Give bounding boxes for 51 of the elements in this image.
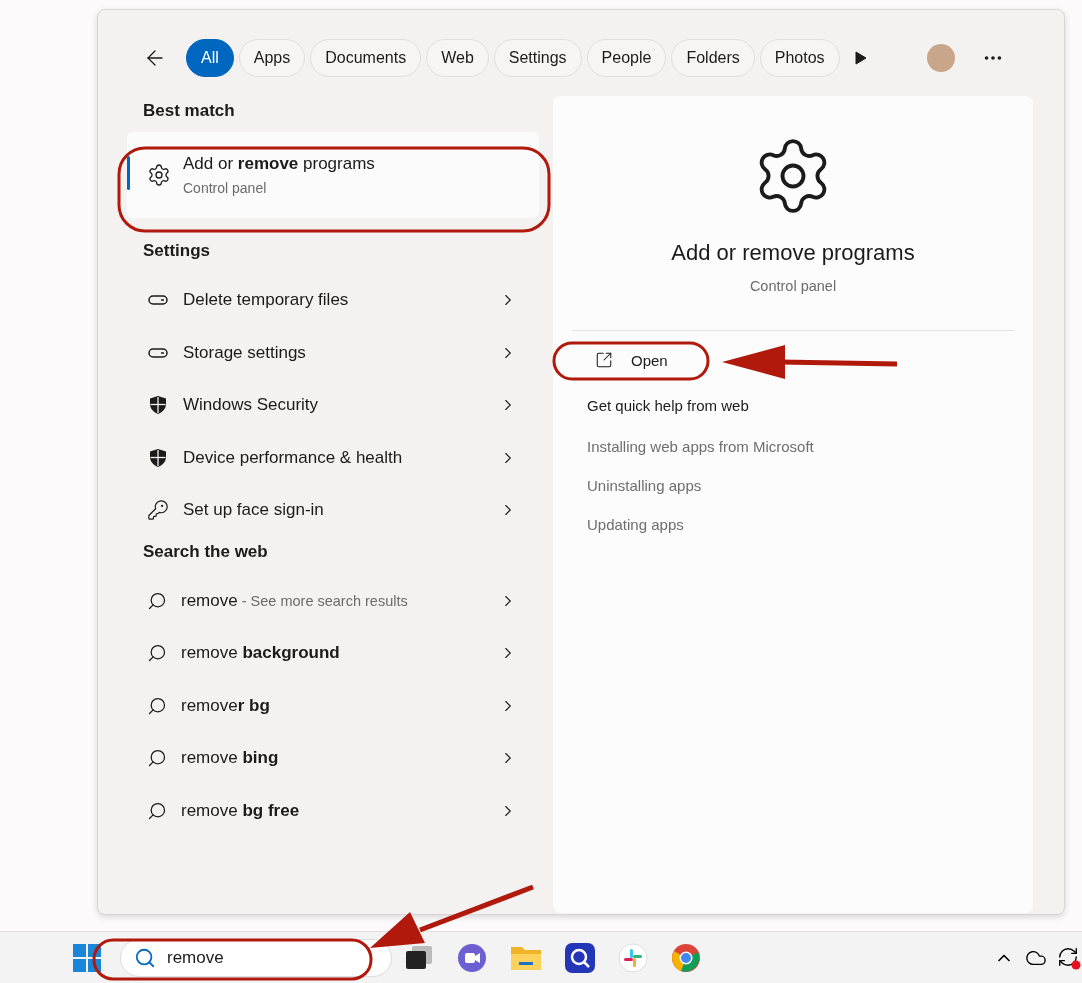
item-subtitle: Control panel (183, 180, 268, 196)
filter-tab[interactable]: People (586, 39, 667, 77)
external-link-icon (595, 351, 613, 369)
shield-icon (148, 447, 168, 468)
web-suggestion[interactable]: remove bg free (181, 800, 485, 821)
help-link[interactable]: Installing web apps from Microsoft (587, 438, 814, 455)
settings-result[interactable]: Storage settings (183, 342, 485, 363)
help-link[interactable]: Uninstalling apps (587, 477, 702, 494)
section-heading: Best match (142, 100, 236, 122)
preview-title: Add or remove programs (671, 240, 915, 266)
chat-app-icon[interactable] (618, 941, 648, 974)
web-suggestion[interactable]: remove background (181, 643, 485, 664)
filter-tab[interactable]: Documents (310, 39, 422, 77)
settings-result[interactable]: Set up face sign-in (183, 500, 485, 521)
web-suggestion[interactable]: remove bing (181, 748, 485, 769)
preview-subtitle: Control panel (749, 278, 837, 294)
play-icon[interactable] (854, 51, 867, 65)
search-icon (147, 748, 167, 769)
browser-icon[interactable] (671, 941, 701, 974)
help-link[interactable]: Updating apps (587, 516, 684, 533)
help-heading: Get quick help from web (587, 397, 749, 414)
video-chat-icon[interactable] (457, 941, 487, 974)
best-match-item[interactable]: Add or remove programs Control panel (127, 132, 539, 218)
filter-tab[interactable]: Photos (759, 39, 840, 77)
open-button[interactable]: Open (587, 345, 676, 375)
drive-icon (148, 295, 168, 306)
web-suggestion[interactable]: remove - See more search results (181, 590, 485, 611)
search-icon (147, 643, 167, 664)
filter-tab[interactable]: All (186, 39, 234, 77)
filter-tab[interactable]: Settings (493, 39, 582, 77)
settings-result[interactable]: Device performance & health (183, 447, 485, 468)
search-field[interactable]: remove (120, 938, 392, 977)
app-icon[interactable] (565, 941, 595, 974)
item-title: Add or remove programs (183, 154, 375, 174)
filter-tab[interactable]: Web (426, 39, 489, 77)
web-suggestion[interactable]: remover bg (181, 695, 485, 716)
settings-icon (147, 163, 171, 187)
start-icon[interactable] (72, 941, 102, 974)
shield-icon (148, 395, 168, 416)
search-icon (147, 590, 167, 611)
key-icon (147, 499, 169, 522)
search-icon (147, 695, 167, 716)
settings-result[interactable]: Delete temporary files (183, 290, 485, 311)
section-heading: Search the web (142, 540, 269, 563)
filter-tab[interactable]: Apps (238, 39, 306, 77)
settings-result[interactable]: Windows Security (183, 395, 485, 416)
search-icon (147, 800, 167, 821)
selection-bar (127, 156, 130, 190)
drive-icon (148, 347, 168, 358)
section-heading: Settings (142, 240, 212, 262)
filter-tab[interactable]: Folders (671, 39, 755, 77)
